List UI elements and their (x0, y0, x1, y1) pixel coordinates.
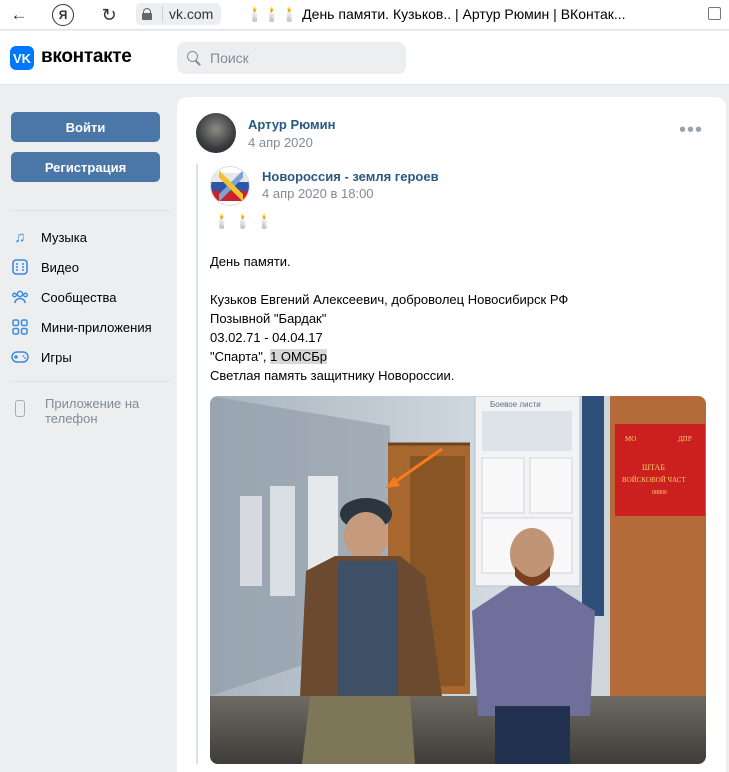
post-line: Позывной "Бардак" (210, 311, 327, 326)
login-button[interactable]: Войти (11, 112, 160, 142)
url-text[interactable]: vk.com (162, 6, 213, 22)
post-line: Светлая память защитнику Новороссии. (210, 368, 455, 383)
browser-toolbar: ← Я ↻ vk.com 🕯️🕯️🕯️ День памяти. Кузьков… (0, 0, 729, 30)
sidebar-item-label: Видео (41, 259, 79, 275)
candle-emoji: 🕯️🕯️🕯️ (213, 213, 278, 229)
games-icon (11, 348, 29, 366)
more-options-icon[interactable]: ••• (679, 120, 703, 140)
post-text: День памяти. Кузьков Евгений Алексеевич,… (210, 252, 700, 385)
highlighted-text: 1 ОМСБр (270, 349, 328, 364)
post-line: 03.02.71 - 04.04.17 (210, 330, 323, 345)
repost-date[interactable]: 4 апр 2020 в 18:00 (262, 186, 374, 201)
search-icon (187, 51, 201, 65)
post-date[interactable]: 4 апр 2020 (248, 135, 313, 150)
sidebar-item-label: Музыка (41, 229, 87, 245)
post-line: Кузьков Евгений Алексеевич, доброволец Н… (210, 292, 569, 307)
group-avatar[interactable] (210, 166, 250, 206)
sidebar-item-groups[interactable]: Сообщества (11, 282, 171, 312)
sign-text: 08806 (652, 490, 667, 496)
vk-header: VK вконтакте (0, 31, 729, 85)
sidebar-item-label: Сообщества (41, 289, 117, 305)
sign-text: ДПР (678, 435, 692, 443)
repost-indicator (196, 164, 198, 764)
sidebar-nav: ♫ Музыка Видео Сообщества Мини-приложени… (11, 222, 171, 372)
apps-icon (11, 318, 29, 336)
sign-text: МО (625, 435, 636, 443)
divider (11, 210, 171, 211)
unit-text: "Спарта", (210, 349, 271, 364)
groups-icon (11, 288, 29, 306)
photo-image: Боевое листи МО ДПР ШТАБ ВОЙСКОВОЙ ЧАСТ … (210, 396, 706, 764)
phone-app-label: Приложение на телефон (45, 396, 140, 426)
sidebar-item-music[interactable]: ♫ Музыка (11, 222, 171, 252)
post-line (210, 271, 700, 290)
avatar[interactable] (196, 113, 236, 153)
lock-icon (142, 8, 152, 20)
phone-app-link[interactable]: Приложение на телефон (11, 396, 155, 426)
board-text: Боевое листи (490, 400, 541, 409)
tab-switch-icon[interactable] (708, 7, 721, 20)
search-input[interactable] (210, 50, 390, 66)
repost-group-name[interactable]: Новороссия - земля героев (262, 169, 439, 184)
vk-logo-icon[interactable]: VK (10, 46, 34, 70)
sidebar-item-label: Мини-приложения (41, 319, 152, 335)
address-bar[interactable]: vk.com (136, 3, 222, 25)
post-line: "Спарта", 1 ОМСБр (210, 347, 700, 366)
sidebar-item-video[interactable]: Видео (11, 252, 171, 282)
reload-icon[interactable]: ↻ (98, 4, 120, 26)
vk-brand-name[interactable]: вконтакте (41, 46, 132, 68)
register-button[interactable]: Регистрация (11, 152, 160, 182)
page-title: 🕯️🕯️🕯️ День памяти. Кузьков.. | Артур Рю… (246, 6, 626, 22)
sidebar-item-label: Игры (41, 349, 72, 365)
divider (11, 381, 171, 382)
phone-icon (15, 400, 25, 417)
yandex-icon[interactable]: Я (52, 4, 74, 26)
back-arrow-icon[interactable]: ← (8, 4, 30, 26)
sign-text: ВОЙСКОВОЙ ЧАСТ (622, 476, 686, 484)
sidebar-item-games[interactable]: Игры (11, 342, 171, 372)
music-icon: ♫ (14, 228, 26, 246)
sign-text: ШТАБ (642, 463, 665, 472)
post-photo[interactable]: Боевое листи МО ДПР ШТАБ ВОЙСКОВОЙ ЧАСТ … (210, 396, 706, 764)
video-icon (11, 258, 29, 276)
search-box[interactable] (177, 42, 406, 74)
sidebar-item-apps[interactable]: Мини-приложения (11, 312, 171, 342)
post-author[interactable]: Артур Рюмин (248, 117, 336, 132)
post-card: Артур Рюмин 4 апр 2020 ••• Новороссия - … (177, 97, 726, 772)
post-line: День памяти. (210, 254, 291, 269)
